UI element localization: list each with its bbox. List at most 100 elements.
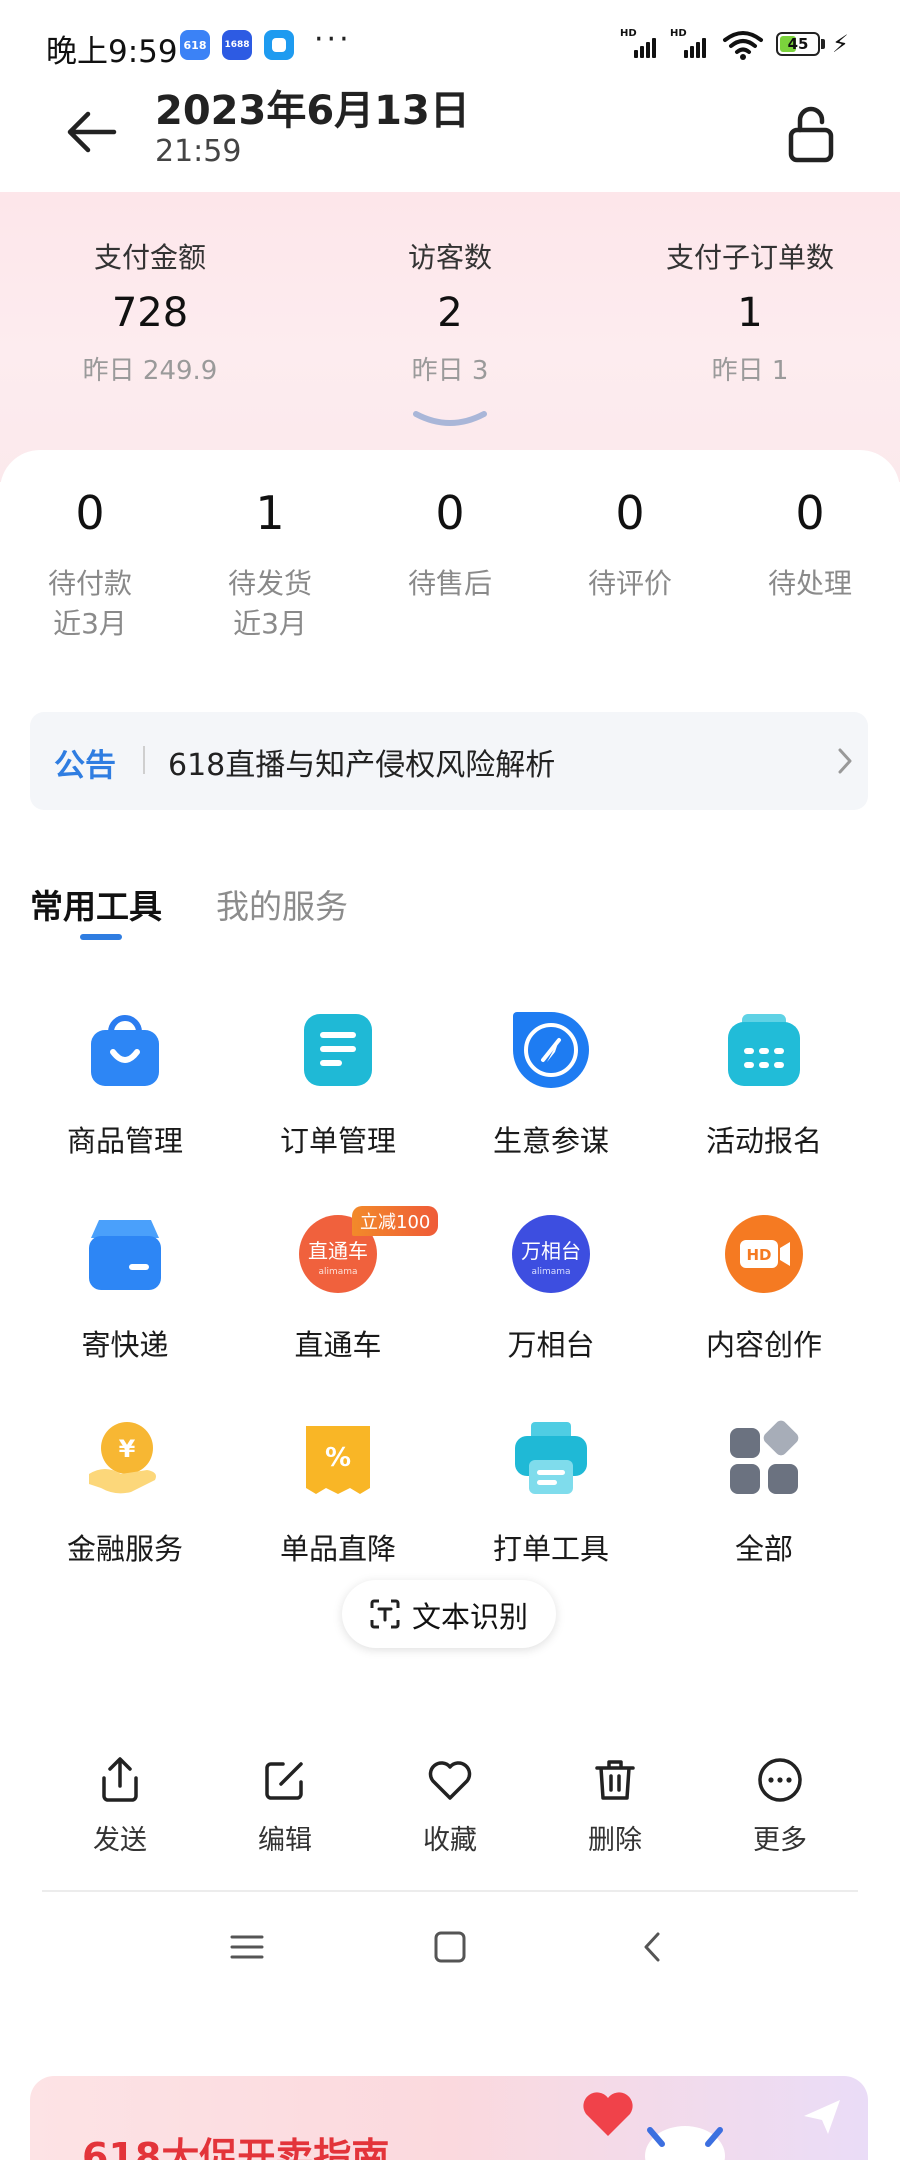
delete-button[interactable]: 删除 <box>555 1756 675 1857</box>
wifi-icon <box>723 31 763 60</box>
tool-print-orders[interactable]: 打单工具 <box>451 1418 651 1568</box>
tool-label: 寄快递 <box>81 1328 169 1362</box>
tab-my-services[interactable]: 我的服务 <box>216 880 348 928</box>
expand-chevron-icon[interactable] <box>412 410 488 430</box>
page-title-date: 2023年6月13日 <box>155 88 470 134</box>
stat-value: 1 <box>737 290 763 336</box>
menu-icon[interactable] <box>222 1922 272 1972</box>
tool-label: 商品管理 <box>66 1124 183 1158</box>
trash-icon <box>595 1760 635 1800</box>
announcement-text: 618直播与知产侵权风险解析 <box>168 748 556 783</box>
delivery-box-icon <box>85 1214 165 1294</box>
order-label: 待售后 <box>407 567 492 600</box>
order-count: 0 <box>435 486 465 540</box>
tool-label: 生意参谋 <box>492 1124 609 1158</box>
scan-text-icon <box>370 1599 400 1629</box>
app-1688-icon: 1688 <box>222 30 252 60</box>
more-notifications-icon: ··· <box>314 22 352 57</box>
tool-label: 打单工具 <box>492 1532 609 1566</box>
stat-sub-orders[interactable]: 支付子订单数 1 昨日 1 <box>600 236 900 387</box>
order-pending-payment[interactable]: 0 待付款 近3月 <box>0 486 180 644</box>
order-label: 待评价 <box>587 567 672 600</box>
order-after-sales[interactable]: 0 待售后 <box>360 486 540 604</box>
stat-previous: 昨日 1 <box>711 356 789 386</box>
tool-business-advisor[interactable]: 生意参谋 <box>451 1010 651 1160</box>
finance-yen-icon: ¥ <box>85 1418 165 1498</box>
tool-label: 直通车 <box>294 1328 382 1362</box>
header: 2023年6月13日 21:59 <box>0 88 900 192</box>
send-button[interactable]: 发送 <box>60 1756 180 1857</box>
hd-icon-text: HD <box>746 1246 771 1264</box>
app-square-icon <box>264 30 294 60</box>
hd-video-icon: HD <box>724 1214 804 1294</box>
discount-tag-icon: % <box>298 1418 378 1498</box>
order-sublabel: 近3月 <box>233 607 307 640</box>
announcement-divider <box>143 746 145 774</box>
promo-banner[interactable]: 618大促开卖指南 <box>30 2076 868 2160</box>
zhitongche-icon: 直通车 alimama 立减100 <box>298 1206 439 1294</box>
order-label: 待发货 <box>227 567 312 600</box>
tool-all[interactable]: 全部 <box>664 1418 864 1568</box>
action-label: 更多 <box>753 1825 807 1856</box>
printer-icon <box>511 1418 591 1498</box>
wanxiangtai-icon: 万相台 alimama <box>511 1214 591 1294</box>
announcement-bar[interactable]: 公告 618直播与知产侵权风险解析 <box>30 712 868 810</box>
paper-plane-icon <box>804 2100 840 2134</box>
order-list-icon <box>298 1010 378 1090</box>
battery-icon: 45 <box>776 32 820 56</box>
main-card: 0 待付款近3月 1 待发货近3月 0 待售后 0 待评价 0 待处理 公告 6… <box>0 450 900 2160</box>
stat-previous: 昨日 249.9 <box>82 356 218 386</box>
wanxiangtai-icon-subtext: alimama <box>531 1267 570 1277</box>
more-icon <box>758 1758 802 1802</box>
wanxiangtai-icon-text: 万相台 <box>521 1239 581 1263</box>
tool-item-price-cut[interactable]: % 单品直降 <box>238 1418 438 1568</box>
action-label: 编辑 <box>258 1825 312 1856</box>
order-pending-review[interactable]: 0 待评价 <box>540 486 720 604</box>
order-count: 0 <box>795 486 825 540</box>
signal-1-icon: HD <box>620 28 664 60</box>
back-arrow-icon[interactable] <box>64 106 120 162</box>
order-label: 待处理 <box>767 567 852 600</box>
tool-order-management[interactable]: 订单管理 <box>238 1010 438 1160</box>
unlock-icon[interactable] <box>786 104 836 164</box>
order-label: 待付款 <box>47 567 132 600</box>
active-tab-indicator <box>80 934 122 940</box>
tool-wanxiangtai[interactable]: 万相台 alimama 万相台 <box>451 1214 651 1364</box>
yen-icon-text: ¥ <box>119 1435 136 1463</box>
zhitongche-icon-text: 直通车 <box>308 1239 368 1263</box>
order-pending-process[interactable]: 0 待处理 <box>720 486 900 604</box>
stat-value: 728 <box>111 290 189 336</box>
stat-visitors[interactable]: 访客数 2 昨日 3 <box>300 236 600 387</box>
tool-label: 内容创作 <box>705 1328 822 1362</box>
stat-payment-amount[interactable]: 支付金额 728 昨日 249.9 <box>0 236 300 387</box>
edit-button[interactable]: 编辑 <box>225 1756 345 1857</box>
tool-event-signup[interactable]: 活动报名 <box>664 1010 864 1160</box>
stat-previous: 昨日 3 <box>411 356 489 386</box>
stat-value: 2 <box>437 290 463 336</box>
order-pending-shipment[interactable]: 1 待发货近3月 <box>180 486 360 644</box>
page-subtitle-time: 21:59 <box>155 134 242 169</box>
tool-content-creation[interactable]: HD 内容创作 <box>664 1214 864 1364</box>
home-square-icon[interactable] <box>425 1922 475 1972</box>
tool-label: 订单管理 <box>279 1124 396 1158</box>
status-time: 晚上9:59 <box>46 34 178 70</box>
percent-icon-text: % <box>325 1443 351 1473</box>
all-apps-icon <box>724 1418 804 1498</box>
tool-send-express[interactable]: 寄快递 <box>25 1214 225 1364</box>
tool-zhitongche[interactable]: 直通车 alimama 立减100 直通车 <box>238 1206 439 1364</box>
tab-common-tools[interactable]: 常用工具 <box>30 880 162 928</box>
more-button[interactable]: 更多 <box>720 1756 840 1857</box>
announcement-tag: 公告 <box>54 748 116 784</box>
charging-icon: ⚡ <box>832 30 849 58</box>
action-bar-divider <box>42 1890 858 1892</box>
system-navigation-bar <box>0 1900 900 2000</box>
tool-product-management[interactable]: 商品管理 <box>25 1010 225 1160</box>
favorite-button[interactable]: 收藏 <box>390 1756 510 1857</box>
order-sublabel: 近3月 <box>53 607 127 640</box>
back-chevron-icon[interactable] <box>628 1922 678 1972</box>
app-618-icon: 618 <box>180 30 210 60</box>
action-label: 删除 <box>588 1825 642 1856</box>
tool-financial-services[interactable]: ¥ 金融服务 <box>25 1418 225 1568</box>
text-recognition-button[interactable]: 文本识别 <box>342 1580 556 1648</box>
order-count: 1 <box>255 486 285 540</box>
